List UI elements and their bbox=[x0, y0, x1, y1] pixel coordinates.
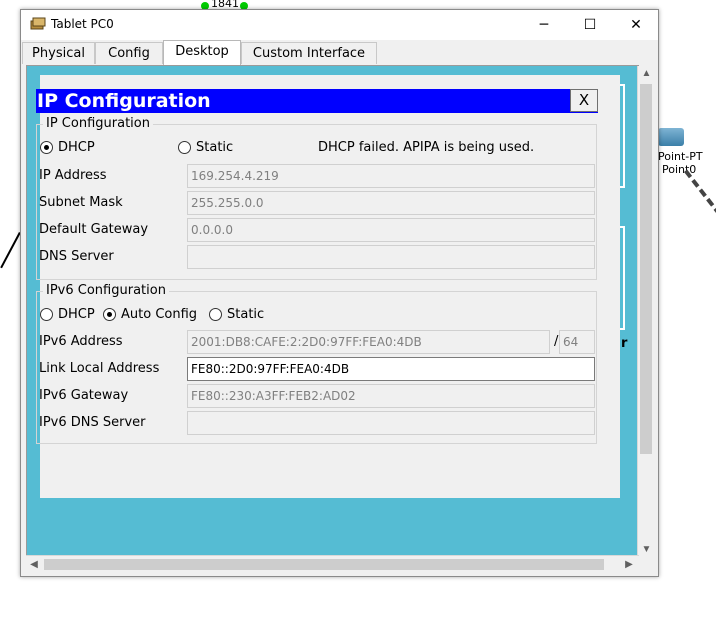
subnet-mask-field[interactable]: 255.255.0.0 bbox=[187, 191, 595, 215]
scrollbar-corner bbox=[639, 555, 654, 572]
access-point-icon[interactable] bbox=[658, 128, 684, 146]
vertical-scroll-thumb[interactable] bbox=[640, 84, 652, 454]
ipv6-dns-server-field[interactable] bbox=[187, 411, 595, 435]
dns-server-field[interactable] bbox=[187, 245, 595, 269]
cable-line bbox=[0, 232, 21, 269]
dialog-close-button[interactable]: X bbox=[570, 89, 598, 112]
ipv4-group: IP Configuration DHCP Static DHCP failed… bbox=[36, 116, 597, 280]
radio-unselected-icon bbox=[209, 308, 222, 321]
scroll-right-icon[interactable]: ▶ bbox=[621, 556, 637, 573]
scroll-left-icon[interactable]: ◀ bbox=[26, 556, 42, 573]
ipv6-auto-config-radio[interactable]: Auto Config bbox=[103, 307, 197, 322]
minimize-button[interactable]: ─ bbox=[521, 10, 567, 40]
link-local-address-field[interactable]: FE80::2D0:97FF:FEA0:4DB bbox=[187, 357, 595, 381]
tab-config[interactable]: Config bbox=[95, 42, 163, 64]
vertical-scrollbar[interactable]: ▲ ▼ bbox=[637, 66, 654, 559]
device-window: Tablet PC0 ─ ☐ ✕ Physical Config Desktop… bbox=[20, 9, 659, 577]
ipv6-address-label: IPv6 Address bbox=[39, 334, 123, 349]
scroll-up-icon[interactable]: ▲ bbox=[638, 66, 655, 82]
ipv6-gateway-label: IPv6 Gateway bbox=[39, 388, 129, 403]
subnet-mask-label: Subnet Mask bbox=[39, 195, 123, 210]
tablet-app-icon bbox=[30, 17, 46, 30]
ip-address-label: IP Address bbox=[39, 168, 107, 183]
window-title: Tablet PC0 bbox=[51, 17, 114, 31]
default-gateway-label: Default Gateway bbox=[39, 222, 149, 237]
ipv6-static-radio[interactable]: Static bbox=[209, 307, 264, 322]
title-bar[interactable]: Tablet PC0 ─ ☐ ✕ bbox=[21, 10, 658, 40]
dhcp-status-text: DHCP failed. APIPA is being used. bbox=[318, 140, 535, 155]
ipv6-dhcp-label: DHCP bbox=[58, 307, 95, 322]
horizontal-scroll-thumb[interactable] bbox=[44, 559, 604, 570]
ipv6-dns-server-label: IPv6 DNS Server bbox=[39, 415, 146, 430]
ipv6-prefix-field[interactable]: 64 bbox=[559, 330, 595, 354]
ipv4-group-label: IP Configuration bbox=[43, 116, 153, 131]
radio-unselected-icon bbox=[40, 308, 53, 321]
maximize-button[interactable]: ☐ bbox=[567, 10, 613, 40]
desktop-panel: r IP Configuration X IP Configuration DH… bbox=[26, 65, 639, 559]
ipv4-static-label: Static bbox=[196, 140, 234, 155]
ipv4-dhcp-radio[interactable]: DHCP bbox=[40, 140, 95, 155]
ipv6-dhcp-radio[interactable]: DHCP bbox=[40, 307, 95, 322]
ip-address-field[interactable]: 169.254.4.219 bbox=[187, 164, 595, 188]
radio-selected-icon bbox=[40, 141, 53, 154]
close-button[interactable]: ✕ bbox=[613, 10, 659, 40]
background-app-label: r bbox=[621, 336, 628, 351]
radio-unselected-icon bbox=[178, 141, 191, 154]
ipv6-group-label: IPv6 Configuration bbox=[43, 283, 169, 298]
horizontal-scrollbar[interactable]: ◀ ▶ bbox=[26, 555, 639, 572]
default-gateway-field[interactable]: 0.0.0.0 bbox=[187, 218, 595, 242]
radio-selected-icon bbox=[103, 308, 116, 321]
ipv6-static-label: Static bbox=[227, 307, 265, 322]
ipv6-gateway-field[interactable]: FE80::230:A3FF:FEB2:AD02 bbox=[187, 384, 595, 408]
tab-physical[interactable]: Physical bbox=[22, 42, 95, 64]
dialog-title-text: IP Configuration bbox=[37, 90, 211, 112]
device-label: Point-PT bbox=[658, 150, 703, 163]
wireless-link bbox=[684, 169, 716, 236]
ipv6-group: IPv6 Configuration DHCP Auto Config Stat… bbox=[36, 283, 597, 444]
tab-bar: Physical Config Desktop Custom Interface bbox=[21, 40, 658, 65]
dns-server-label: DNS Server bbox=[39, 249, 114, 264]
tab-desktop[interactable]: Desktop bbox=[163, 40, 241, 65]
ipv4-static-radio[interactable]: Static bbox=[178, 140, 233, 155]
link-local-address-label: Link Local Address bbox=[39, 361, 160, 376]
prefix-separator: / bbox=[554, 334, 559, 349]
ipv6-auto-config-label: Auto Config bbox=[121, 307, 198, 322]
tab-custom-interface[interactable]: Custom Interface bbox=[241, 42, 377, 64]
ipv4-dhcp-label: DHCP bbox=[58, 140, 95, 155]
dialog-title: IP Configuration X bbox=[36, 89, 598, 113]
ip-configuration-dialog: IP Configuration X IP Configuration DHCP… bbox=[36, 75, 620, 498]
ipv6-address-field[interactable]: 2001:DB8:CAFE:2:2D0:97FF:FEA0:4DB bbox=[187, 330, 550, 354]
